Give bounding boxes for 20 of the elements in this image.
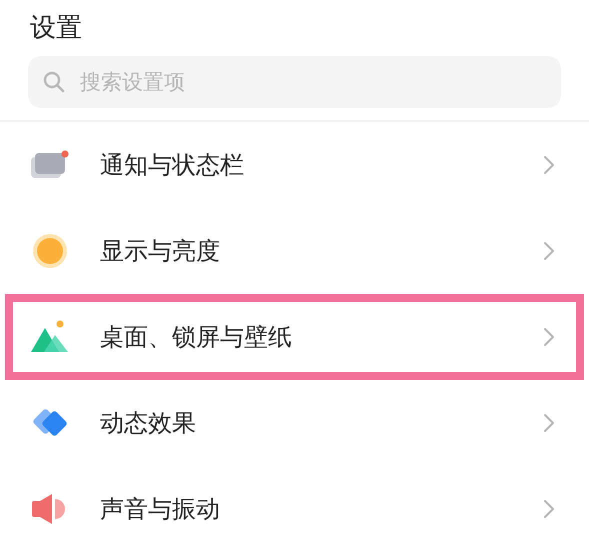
chevron-icon [543,155,555,175]
settings-item[interactable]: 通知与状态栏 [5,122,584,208]
settings-item[interactable]: 桌面、锁屏与壁纸 [5,294,584,380]
item-label: 显示与亮度 [100,236,221,267]
item-label: 桌面、锁屏与壁纸 [100,322,293,353]
chevron-icon [543,241,555,261]
item-label: 通知与状态栏 [100,150,245,181]
settings-item[interactable]: 声音与振动 [5,466,584,552]
settings-item[interactable]: 显示与亮度 [5,208,584,294]
item-label: 动态效果 [100,408,197,439]
mountain-icon [30,320,70,354]
chevron-icon [543,499,555,519]
notification-icon [30,150,70,180]
search-field[interactable]: 搜索设置项 [28,56,561,108]
chevron-icon [543,327,555,347]
sun-icon [30,233,70,269]
page-title: 设置 [29,12,83,45]
item-label: 声音与振动 [100,494,221,525]
chevron-icon [543,413,555,433]
settings-item[interactable]: 动态效果 [5,380,584,466]
